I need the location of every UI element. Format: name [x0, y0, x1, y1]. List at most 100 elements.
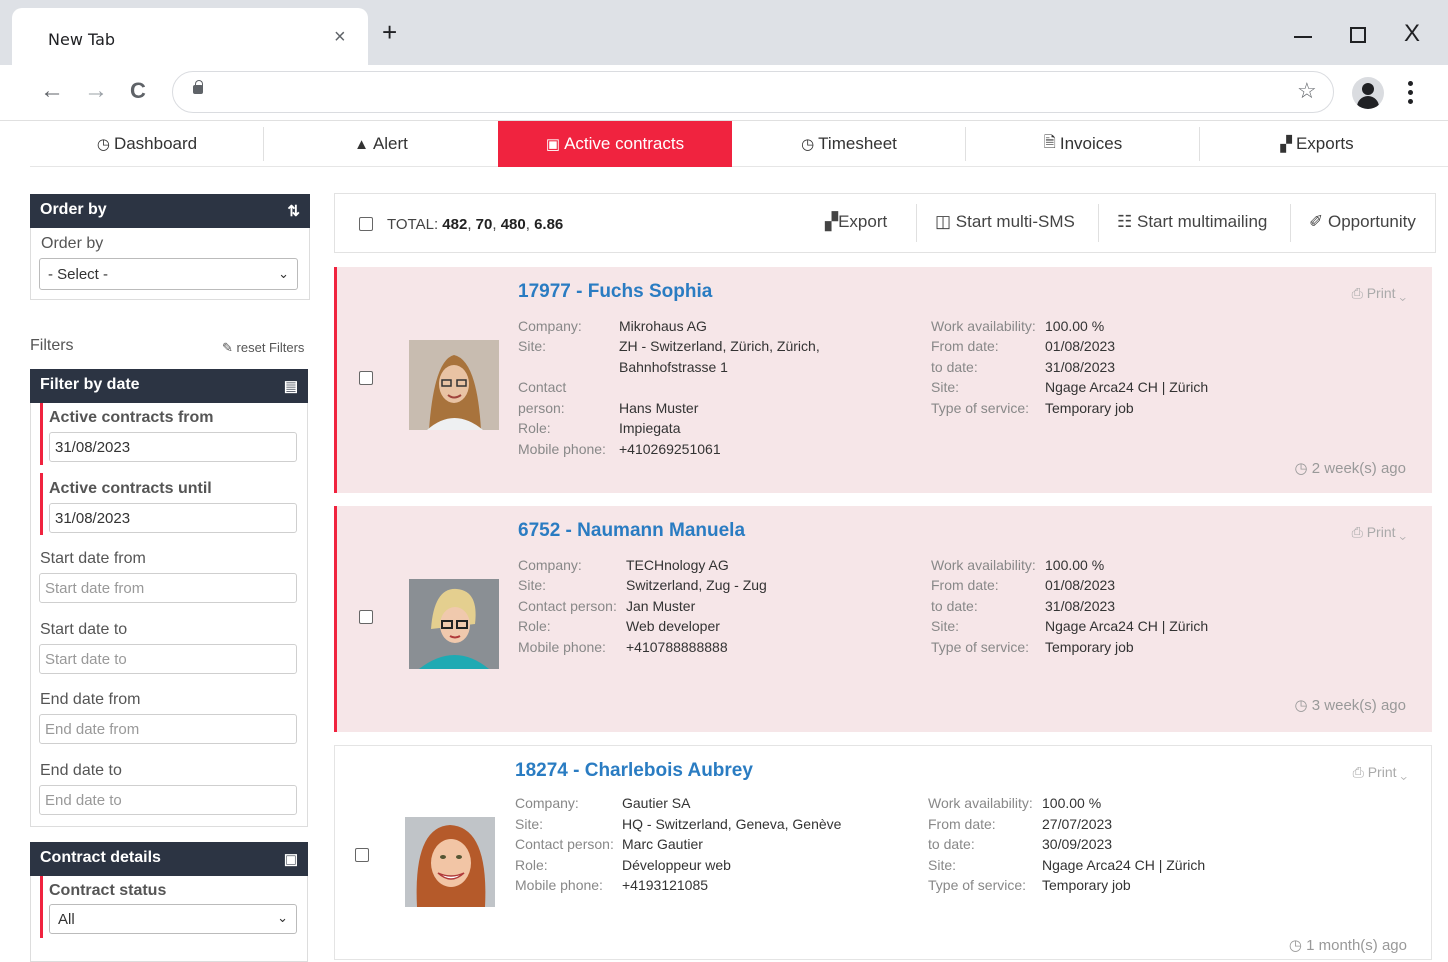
filter-sidebar: Order by ⇅ Order by - Select - ⌄ Filters… [0, 167, 330, 962]
type-of-service-value: Temporary job [1045, 400, 1134, 416]
site-value: ZH - Switzerland, Zürich, Zürich, [619, 338, 820, 354]
print-label: Print [1366, 524, 1396, 540]
start-date-to-input[interactable]: Start date to [39, 644, 297, 674]
time-ago: ◷ 1 month(s) ago [1289, 936, 1407, 954]
mobile-phone-value[interactable]: +410269251061 [619, 441, 721, 457]
forward-arrow-icon[interactable]: → [84, 77, 108, 105]
site-label: Site: [518, 338, 547, 354]
print-button[interactable]: ⎙ Print ⌄ [1352, 524, 1406, 541]
company-value: TECHnology AG [626, 557, 729, 573]
from-date-label: From date: [931, 577, 999, 593]
browser-toolbar: ← → C ☆ [0, 65, 1448, 121]
clock-icon: ◷ [801, 136, 815, 153]
mailing-icon: ☷ [1117, 212, 1133, 231]
toolbar-divider [1098, 204, 1099, 242]
role-label: Role: [518, 420, 551, 436]
contact-person-value: Marc Gautier [622, 836, 703, 852]
person-card-icon: ▣ [283, 851, 298, 868]
print-button[interactable]: ⎙ Print ⌄ [1353, 764, 1407, 781]
browser-tab[interactable]: New Tab × [12, 8, 368, 65]
order-by-select[interactable]: - Select - ⌄ [39, 258, 298, 290]
sort-icon[interactable]: ⇅ [287, 202, 300, 220]
from-date-value: 01/08/2023 [1045, 577, 1116, 593]
tab-invoices[interactable]: 🗎 Invoices [966, 121, 1200, 167]
type-of-service-value: Temporary job [1045, 639, 1134, 655]
from-date-label: From date: [931, 338, 999, 354]
contract-select-checkbox[interactable] [359, 371, 373, 385]
print-label: Print [1367, 764, 1397, 780]
company-label: Company: [515, 795, 579, 811]
contract-details-header: Contract details ▣ [30, 842, 308, 876]
mobile-phone-value[interactable]: +4193121085 [622, 877, 708, 893]
start-multi-sms-button[interactable]: ◫ Start multi-SMS [935, 212, 1075, 232]
browser-tabstrip: New Tab × + X [0, 0, 1448, 65]
type-of-service-label: Type of service: [931, 639, 1030, 655]
tab-exports[interactable]: ▞ Exports [1200, 121, 1434, 167]
site-label: Site: [518, 577, 547, 593]
role-label: Role: [518, 618, 551, 634]
select-all-checkbox[interactable] [359, 217, 373, 231]
tab-timesheet-label: Timesheet [818, 134, 897, 153]
contract-icon: ▣ [545, 136, 561, 153]
contract-select-checkbox[interactable] [355, 848, 369, 862]
time-ago: ◷ 2 week(s) ago [1295, 459, 1406, 477]
window-close-icon[interactable]: X [1404, 20, 1420, 48]
end-date-from-input[interactable]: End date from [39, 714, 297, 744]
contract-select-checkbox[interactable] [359, 610, 373, 624]
contract-status-label: Contract status [49, 882, 167, 899]
profile-avatar-icon[interactable] [1352, 77, 1384, 109]
chevron-down-icon: ⌄ [278, 266, 289, 281]
new-tab-icon[interactable]: + [382, 19, 397, 45]
chevron-down-icon: ⌄ [277, 910, 288, 925]
total-summary: TOTAL: 482, 70, 480, 6.86 [387, 216, 564, 233]
export-button[interactable]: ▞Export [825, 212, 887, 232]
filter-by-date-header: Filter by date ▤ [30, 369, 308, 403]
tab-active-contracts[interactable]: ▣ Active contracts [498, 121, 732, 167]
reset-filters-link[interactable]: ✎ reset Filters [222, 340, 304, 356]
active-from-input[interactable]: 31/08/2023 [49, 432, 297, 462]
active-until-input[interactable]: 31/08/2023 [49, 503, 297, 533]
mobile-phone-value[interactable]: +410788888888 [626, 639, 728, 655]
contact-person-label: Contact person: [518, 598, 617, 614]
contract-card[interactable]: 17977 - Fuchs Sophia ⎙ Print ⌄ Company: … [334, 267, 1432, 493]
start-date-from-input[interactable]: Start date from [39, 573, 297, 603]
contracts-toolbar: TOTAL: 482, 70, 480, 6.86 ▞Export ◫ Star… [334, 193, 1436, 253]
contract-card[interactable]: 6752 - Naumann Manuela ⎙ Print ⌄ Company… [334, 506, 1432, 732]
contract-status-select[interactable]: All ⌄ [49, 904, 297, 934]
contact-person-value: Hans Muster [619, 400, 699, 416]
opportunity-button[interactable]: ✐ Opportunity [1309, 212, 1416, 232]
tab-close-icon[interactable]: × [334, 26, 346, 49]
address-bar[interactable]: ☆ [172, 71, 1334, 113]
contract-title-link[interactable]: 17977 - Fuchs Sophia [518, 281, 712, 303]
tab-dashboard[interactable]: ◷ Dashboard [30, 121, 264, 167]
tab-alert[interactable]: ▲ Alert [264, 121, 498, 167]
type-of-service-label: Type of service: [928, 877, 1027, 893]
export-icon: ▞ [825, 212, 839, 231]
role-value: Impiegata [619, 420, 681, 436]
mobile-phone-label: Mobile phone: [518, 441, 606, 457]
end-date-to-placeholder: End date to [45, 792, 122, 809]
start-multimailing-button[interactable]: ☷ Start multimailing [1117, 212, 1267, 232]
bookmark-star-icon[interactable]: ☆ [1297, 78, 1317, 104]
candidate-photo [405, 817, 495, 907]
reload-icon[interactable]: C [130, 77, 146, 105]
work-availability-label: Work availability: [931, 557, 1036, 573]
contract-title-link[interactable]: 6752 - Naumann Manuela [518, 520, 745, 542]
agency-site-label: Site: [931, 618, 960, 634]
clock-icon: ◷ [1288, 937, 1302, 954]
minimize-icon[interactable] [1294, 36, 1312, 38]
total-value: 6.86 [534, 216, 564, 233]
tab-exports-label: Exports [1295, 134, 1354, 153]
company-label: Company: [518, 557, 582, 573]
contract-title-link[interactable]: 18274 - Charlebois Aubrey [515, 760, 753, 782]
back-arrow-icon[interactable]: ← [40, 77, 64, 105]
end-date-to-input[interactable]: End date to [39, 785, 297, 815]
tab-timesheet[interactable]: ◷ Timesheet [732, 121, 966, 167]
browser-menu-icon[interactable] [1408, 81, 1414, 108]
to-date-value: 31/08/2023 [1045, 598, 1116, 614]
contract-card[interactable]: 18274 - Charlebois Aubrey ⎙ Print ⌄ Comp… [334, 745, 1432, 960]
print-button[interactable]: ⎙ Print ⌄ [1352, 285, 1406, 302]
maximize-icon[interactable] [1350, 27, 1366, 43]
type-of-service-label: Type of service: [931, 400, 1030, 416]
time-ago-label: 2 week(s) ago [1311, 460, 1406, 477]
